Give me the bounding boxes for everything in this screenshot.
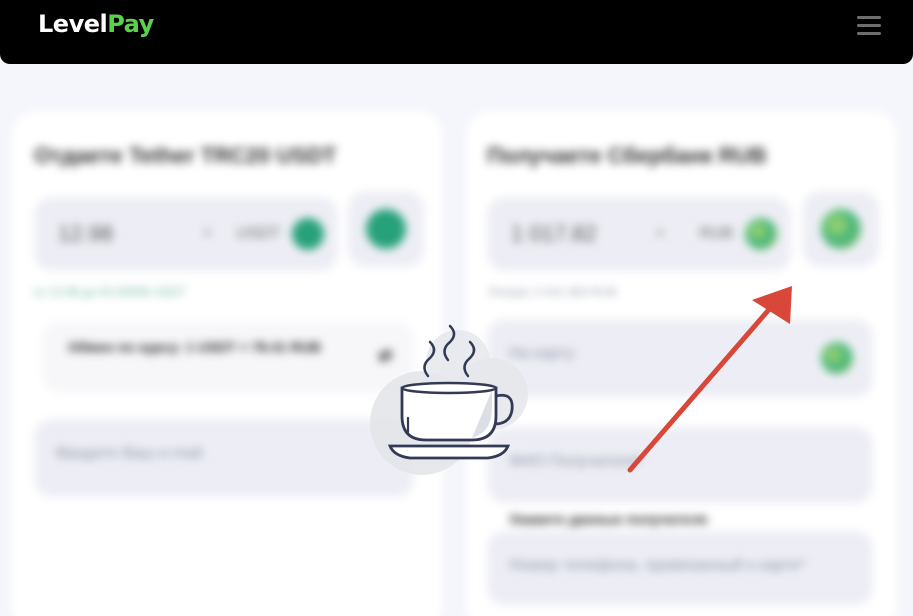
receive-currency: RUB bbox=[699, 225, 733, 242]
email-input[interactable]: Введите Ваш e-mail bbox=[34, 419, 414, 497]
give-currency: USDT bbox=[236, 225, 280, 242]
sberbank-icon bbox=[821, 209, 861, 249]
recipient-name-input[interactable]: ФИО Получателя* bbox=[487, 427, 873, 503]
sberbank-icon bbox=[821, 342, 853, 374]
give-limit-hint[interactable]: от 12.98 до 53.45936 USDT bbox=[34, 285, 186, 299]
hamburger-menu-icon[interactable] bbox=[857, 16, 881, 36]
give-title: Отдаете Tether TRC20 USDT bbox=[34, 143, 337, 168]
top-header: LevelPay bbox=[0, 0, 913, 64]
rate-text: Обмен по курсу: 1 USDT = 78.41 RUB bbox=[68, 339, 321, 355]
receive-currency-select-button[interactable] bbox=[803, 191, 879, 267]
rate-box: Обмен по курсу: 1 USDT = 78.41 RUB ⇄ bbox=[42, 321, 414, 393]
email-placeholder: Введите Ваш e-mail bbox=[56, 445, 203, 462]
tether-icon bbox=[292, 218, 324, 250]
recipient-data-label: Укажите данные получателя bbox=[509, 511, 708, 527]
receive-title: Получаете Сбербанк RUB bbox=[487, 143, 767, 168]
give-clear-icon[interactable]: × bbox=[203, 225, 212, 243]
coffee-cup-icon bbox=[370, 324, 528, 475]
give-amount-value[interactable]: 12.98 bbox=[58, 221, 113, 247]
receive-clear-icon[interactable]: × bbox=[656, 225, 665, 243]
receive-amount-field[interactable]: 1 017.82 × RUB bbox=[487, 197, 791, 271]
tether-icon bbox=[366, 209, 406, 249]
give-amount-field[interactable]: 12.98 × USDT bbox=[34, 197, 338, 271]
phone-input[interactable]: Номер телефона, привязанный к карте* bbox=[487, 531, 873, 605]
phone-placeholder: Номер телефона, привязанный к карте* bbox=[509, 557, 806, 574]
receive-amount-value[interactable]: 1 017.82 bbox=[511, 221, 597, 247]
logo-text-level: Level bbox=[38, 10, 108, 38]
logo-text-pay: Pay bbox=[107, 10, 154, 38]
sberbank-icon bbox=[745, 218, 777, 250]
give-currency-select-button[interactable] bbox=[348, 191, 424, 267]
levelpay-logo[interactable]: LevelPay bbox=[38, 10, 154, 38]
receive-reserve-hint: Резерв: 5 541 983 RUB bbox=[489, 285, 617, 299]
card-select[interactable]: На карту bbox=[487, 319, 873, 397]
